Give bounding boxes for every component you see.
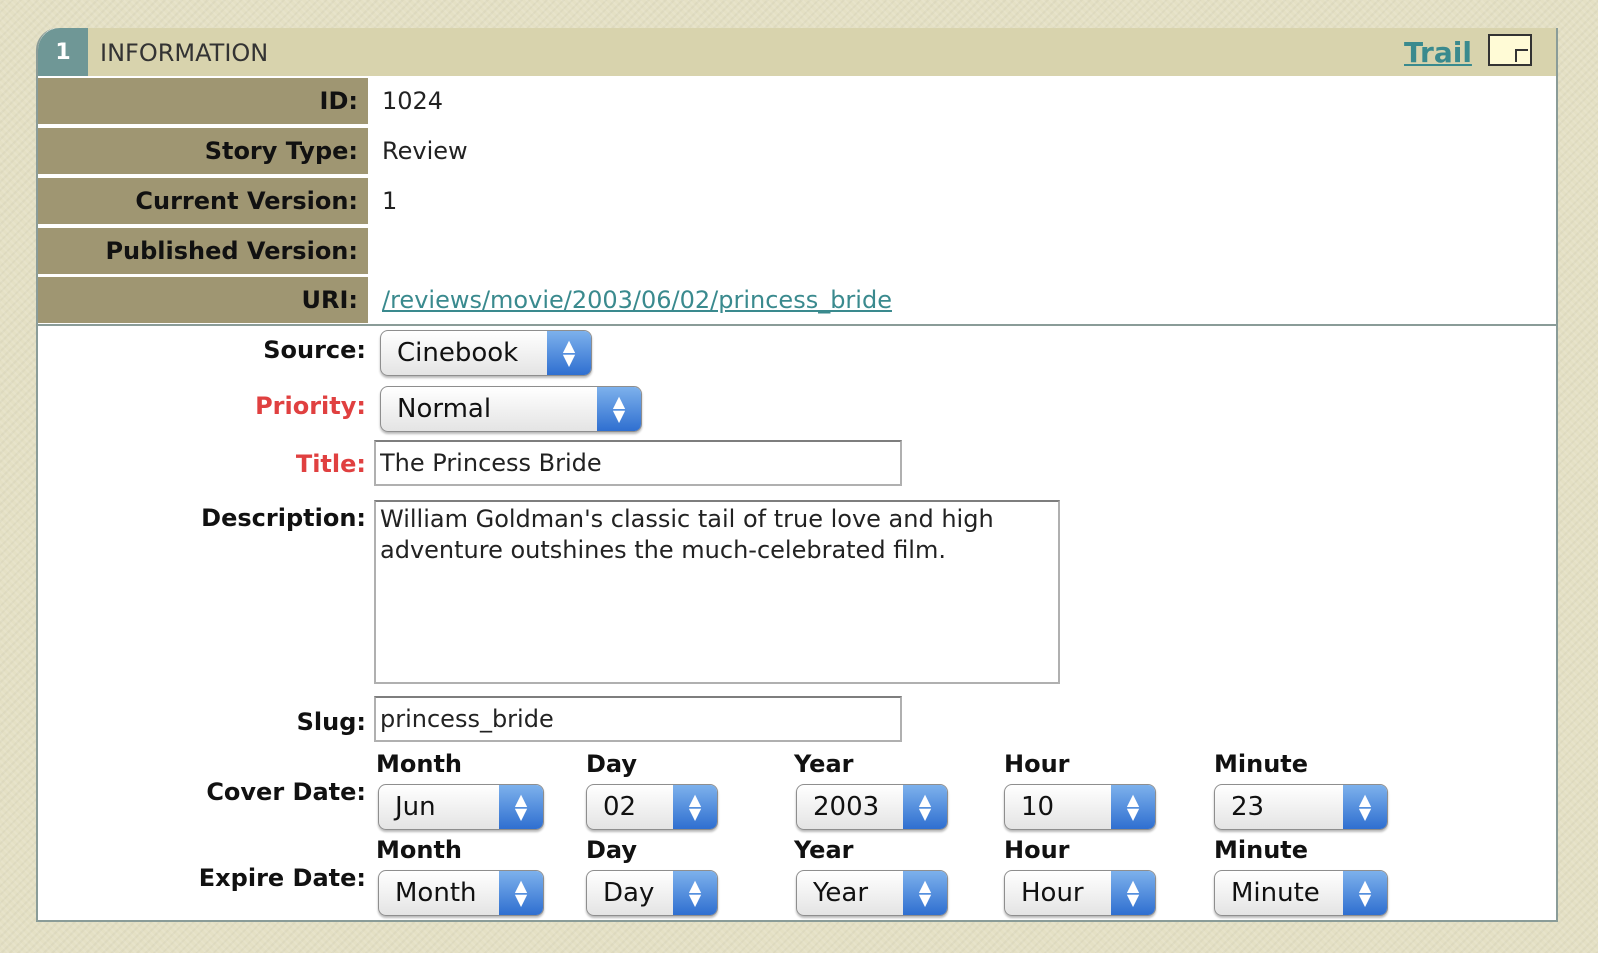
select-arrows-icon: ▲ ▼ <box>673 785 717 829</box>
note-icon[interactable] <box>1488 34 1532 66</box>
priority-select-value: Normal <box>397 394 492 424</box>
cover-minute-select[interactable]: 23 ▲ ▼ <box>1214 784 1388 830</box>
current-version-value: 1 <box>382 187 398 215</box>
priority-select[interactable]: Normal ▲ ▼ <box>380 386 642 432</box>
cover-hour-select[interactable]: 10 ▲ ▼ <box>1004 784 1156 830</box>
cover-date-label: Cover Date: <box>206 778 366 806</box>
cover-hour-sublabel: Hour <box>1004 750 1070 778</box>
cover-month-select[interactable]: Jun ▲ ▼ <box>378 784 544 830</box>
expire-minute-value: Minute <box>1231 878 1320 908</box>
description-textarea[interactable]: William Goldman's classic tail of true l… <box>374 500 1060 684</box>
expire-date-label: Expire Date: <box>198 864 366 892</box>
trail-link[interactable]: Trail <box>1404 36 1472 69</box>
expire-hour-select[interactable]: Hour ▲ ▼ <box>1004 870 1156 916</box>
expire-day-select[interactable]: Day ▲ ▼ <box>586 870 718 916</box>
cover-day-sublabel: Day <box>586 750 638 778</box>
cover-minute-value: 23 <box>1231 792 1265 822</box>
title-label: Title: <box>295 450 366 478</box>
cover-month-value: Jun <box>395 792 436 822</box>
cover-minute-sublabel: Minute <box>1214 750 1309 778</box>
current-version-label: Current Version: <box>38 178 368 224</box>
expire-month-value: Month <box>395 878 477 908</box>
description-label: Description: <box>201 504 366 532</box>
expire-month-select[interactable]: Month ▲ ▼ <box>378 870 544 916</box>
expire-day-sublabel: Day <box>586 836 638 864</box>
source-select[interactable]: Cinebook ▲ ▼ <box>380 330 592 376</box>
section-number: 1 <box>38 28 88 76</box>
expire-month-sublabel: Month <box>376 836 463 864</box>
expire-year-value: Year <box>813 878 869 908</box>
select-arrows-icon: ▲ ▼ <box>1111 871 1155 915</box>
priority-label: Priority: <box>255 392 366 420</box>
slug-label: Slug: <box>296 708 366 736</box>
cover-day-value: 02 <box>603 792 637 822</box>
expire-day-value: Day <box>603 878 655 908</box>
source-label: Source: <box>263 336 366 364</box>
select-arrows-icon: ▲ ▼ <box>1111 785 1155 829</box>
published-version-label: Published Version: <box>38 228 368 274</box>
section-title: INFORMATION <box>100 39 269 67</box>
slug-input[interactable] <box>374 696 902 742</box>
divider <box>38 324 1556 326</box>
select-arrows-icon: ▲ ▼ <box>673 871 717 915</box>
select-arrows-icon: ▲ ▼ <box>1343 785 1387 829</box>
id-label: ID: <box>38 78 368 124</box>
cover-year-value: 2003 <box>813 792 880 822</box>
cover-hour-value: 10 <box>1021 792 1055 822</box>
select-arrows-icon: ▲ ▼ <box>499 871 543 915</box>
expire-minute-sublabel: Minute <box>1214 836 1309 864</box>
select-arrows-icon: ▲ ▼ <box>903 785 947 829</box>
expire-minute-select[interactable]: Minute ▲ ▼ <box>1214 870 1388 916</box>
cover-year-select[interactable]: 2003 ▲ ▼ <box>796 784 948 830</box>
select-arrows-icon: ▲ ▼ <box>547 331 591 375</box>
expire-year-select[interactable]: Year ▲ ▼ <box>796 870 948 916</box>
expire-year-sublabel: Year <box>794 836 854 864</box>
story-type-label: Story Type: <box>38 128 368 174</box>
section-header: 1 INFORMATION Trail <box>38 28 1556 76</box>
story-type-value: Review <box>382 137 468 165</box>
cover-month-sublabel: Month <box>376 750 463 778</box>
title-input[interactable] <box>374 440 902 486</box>
information-panel: 1 INFORMATION Trail ID: 1024 Story Type:… <box>36 28 1558 922</box>
select-arrows-icon: ▲ ▼ <box>499 785 543 829</box>
expire-hour-sublabel: Hour <box>1004 836 1070 864</box>
select-arrows-icon: ▲ ▼ <box>903 871 947 915</box>
id-value: 1024 <box>382 87 444 115</box>
uri-value: /reviews/movie/2003/06/02/princess_bride <box>382 277 892 323</box>
select-arrows-icon: ▲ ▼ <box>1343 871 1387 915</box>
cover-day-select[interactable]: 02 ▲ ▼ <box>586 784 718 830</box>
uri-link[interactable]: /reviews/movie/2003/06/02/princess_bride <box>382 286 892 314</box>
expire-hour-value: Hour <box>1021 878 1084 908</box>
select-arrows-icon: ▲ ▼ <box>597 387 641 431</box>
uri-label: URI: <box>38 277 368 323</box>
source-select-value: Cinebook <box>397 338 519 368</box>
cover-year-sublabel: Year <box>794 750 854 778</box>
